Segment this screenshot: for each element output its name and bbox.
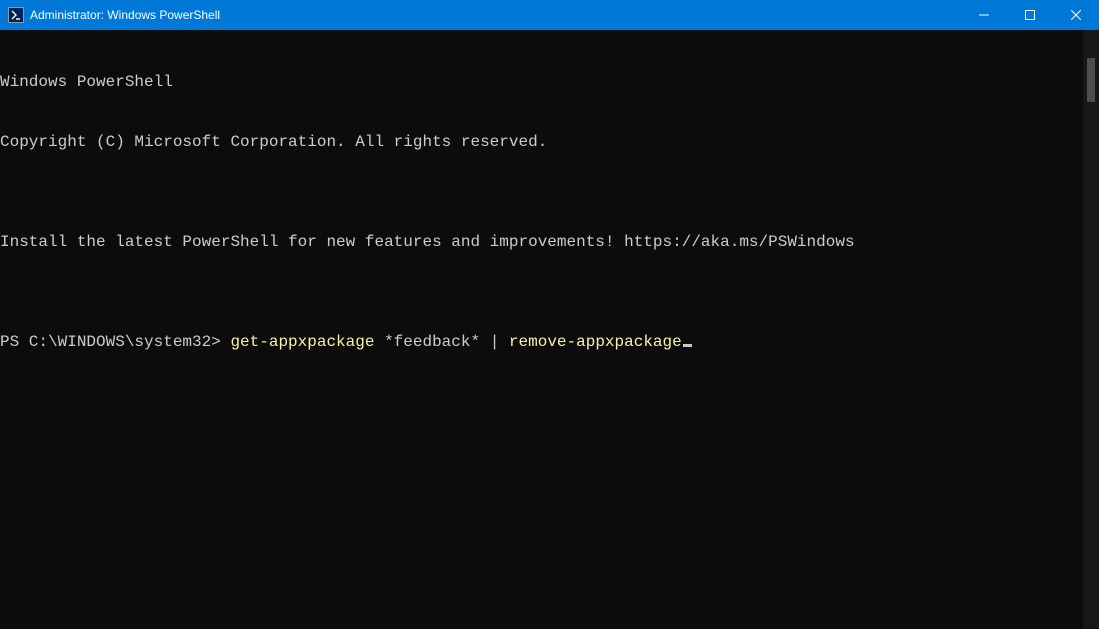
pipe-token: | <box>490 333 500 351</box>
titlebar[interactable]: Administrator: Windows PowerShell <box>0 0 1099 30</box>
banner-line: Install the latest PowerShell for new fe… <box>0 232 1083 252</box>
window-title: Administrator: Windows PowerShell <box>30 8 220 22</box>
client-area: Windows PowerShell Copyright (C) Microso… <box>0 30 1099 629</box>
prompt-line: PS C:\WINDOWS\system32> get-appxpackage … <box>0 332 1083 352</box>
banner-line: Windows PowerShell <box>0 72 1083 92</box>
prompt-prefix: PS C:\WINDOWS\system32> <box>0 333 230 351</box>
vertical-scrollbar[interactable] <box>1083 30 1099 629</box>
command-token: remove-appxpackage <box>509 333 682 351</box>
command-token: get-appxpackage <box>230 333 374 351</box>
minimize-button[interactable] <box>961 0 1007 30</box>
command-space <box>499 333 509 351</box>
maximize-button[interactable] <box>1007 0 1053 30</box>
window-controls <box>961 0 1099 30</box>
powershell-window: Administrator: Windows PowerShell Window… <box>0 0 1099 629</box>
text-cursor <box>683 344 692 347</box>
close-button[interactable] <box>1053 0 1099 30</box>
powershell-icon <box>8 7 24 23</box>
banner-line: Copyright (C) Microsoft Corporation. All… <box>0 132 1083 152</box>
terminal-output[interactable]: Windows PowerShell Copyright (C) Microso… <box>0 30 1083 629</box>
command-arg: *feedback* <box>374 333 489 351</box>
scrollbar-thumb[interactable] <box>1087 58 1095 102</box>
